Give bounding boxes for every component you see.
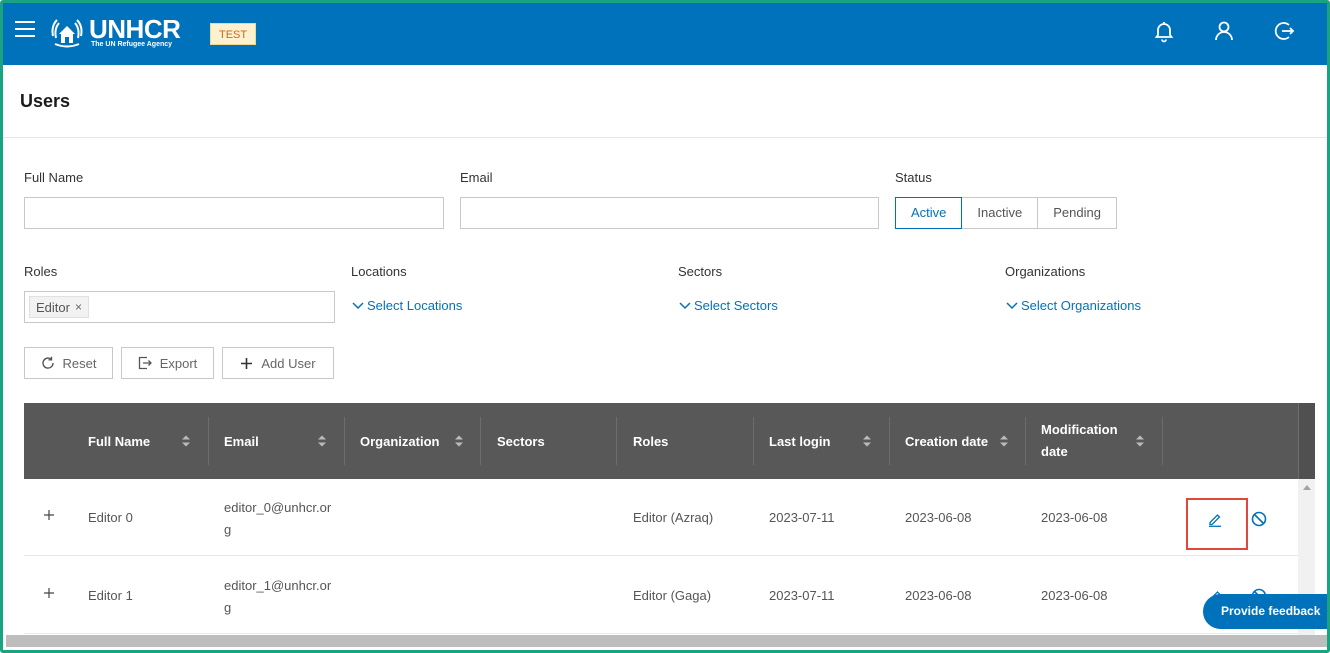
role-tag-label: Editor bbox=[36, 299, 70, 315]
sectors-label: Sectors bbox=[678, 264, 723, 279]
sort-icon[interactable] bbox=[454, 434, 464, 448]
expand-row-icon[interactable] bbox=[43, 587, 55, 599]
cell-full-name: Editor 1 bbox=[88, 588, 133, 603]
organizations-label: Organizations bbox=[1005, 264, 1086, 279]
logo-wordmark: UNHCR bbox=[89, 14, 181, 44]
cell-email: editor_0@unhcr.org bbox=[224, 500, 332, 537]
role-tag-editor: Editor × bbox=[29, 296, 89, 318]
status-pending-button[interactable]: Pending bbox=[1037, 197, 1117, 229]
chevron-down-icon bbox=[352, 301, 364, 309]
horizontal-scrollbar[interactable] bbox=[6, 635, 1327, 647]
users-table-header: Full Name Email Organization Sectors Rol… bbox=[24, 403, 1315, 479]
select-sectors-dropdown[interactable]: Select Sectors bbox=[679, 298, 778, 313]
column-header-organization[interactable]: Organization bbox=[360, 403, 439, 479]
unhcr-logo[interactable]: UNHCR The UN Refugee Agency bbox=[49, 14, 181, 50]
unhcr-emblem-icon bbox=[51, 19, 83, 48]
cell-modification-date: 2023-06-08 bbox=[1041, 510, 1108, 525]
cell-roles: Editor (Azraq) bbox=[633, 510, 714, 525]
sort-icon[interactable] bbox=[181, 434, 191, 448]
top-navigation-bar: UNHCR The UN Refugee Agency TEST bbox=[3, 3, 1327, 65]
cell-creation-date: 2023-06-08 bbox=[905, 510, 972, 525]
column-header-email[interactable]: Email bbox=[224, 403, 259, 479]
column-header-modification-date[interactable]: Modification date bbox=[1041, 403, 1131, 479]
remove-tag-icon[interactable]: × bbox=[75, 300, 82, 314]
sort-icon[interactable] bbox=[862, 434, 872, 448]
roles-label: Roles bbox=[24, 264, 58, 279]
status-inactive-button[interactable]: Inactive bbox=[961, 197, 1039, 229]
cell-full-name: Editor 0 bbox=[88, 510, 133, 525]
chevron-down-icon bbox=[1006, 301, 1018, 309]
reset-label: Reset bbox=[62, 355, 97, 371]
provide-feedback-button[interactable]: Provide feedback bbox=[1203, 594, 1327, 629]
logo-subtitle: The UN Refugee Agency bbox=[91, 41, 173, 48]
email-label: Email bbox=[460, 170, 493, 185]
export-icon bbox=[138, 356, 152, 370]
app-frame: UNHCR The UN Refugee Agency TEST Users F… bbox=[0, 0, 1330, 653]
sort-icon[interactable] bbox=[1135, 434, 1145, 448]
cell-email: editor_1@unhcr.org bbox=[224, 578, 332, 615]
full-name-input[interactable] bbox=[24, 197, 444, 229]
plus-icon bbox=[241, 357, 253, 369]
bell-icon[interactable] bbox=[1152, 19, 1176, 43]
add-user-button[interactable]: Add User bbox=[222, 347, 334, 379]
page-header: Users bbox=[3, 65, 1327, 138]
scroll-up-arrow-icon[interactable] bbox=[1303, 485, 1311, 490]
add-user-label: Add User bbox=[261, 355, 316, 371]
user-icon[interactable] bbox=[1212, 19, 1236, 43]
export-label: Export bbox=[159, 355, 198, 371]
select-organizations-dropdown[interactable]: Select Organizations bbox=[1006, 298, 1141, 313]
environment-badge: TEST bbox=[210, 23, 257, 45]
locations-label: Locations bbox=[351, 264, 407, 279]
cell-last-login: 2023-07-11 bbox=[769, 510, 835, 525]
deactivate-icon[interactable] bbox=[1250, 510, 1268, 528]
column-header-last-login[interactable]: Last login bbox=[769, 403, 830, 479]
email-input[interactable] bbox=[460, 197, 879, 229]
highlight-box bbox=[1186, 498, 1248, 550]
table-row[interactable]: Editor 1 editor_1@unhcr.org Editor (Gaga… bbox=[24, 557, 1298, 634]
table-header-scroll-gutter bbox=[1298, 403, 1315, 479]
cell-last-login: 2023-07-11 bbox=[769, 588, 835, 603]
chevron-down-icon bbox=[679, 301, 691, 309]
roles-multiselect[interactable]: Editor × bbox=[24, 291, 335, 323]
refresh-icon bbox=[41, 356, 54, 369]
expand-row-icon[interactable] bbox=[43, 509, 55, 521]
status-label: Status bbox=[895, 170, 932, 185]
cell-modification-date: 2023-06-08 bbox=[1041, 588, 1108, 603]
select-locations-dropdown[interactable]: Select Locations bbox=[352, 298, 462, 313]
sort-icon[interactable] bbox=[317, 434, 327, 448]
select-locations-text: Select Locations bbox=[367, 298, 463, 313]
column-header-full-name[interactable]: Full Name bbox=[88, 403, 150, 479]
status-active-button[interactable]: Active bbox=[895, 197, 963, 229]
cell-roles: Editor (Gaga) bbox=[633, 588, 712, 603]
select-organizations-text: Select Organizations bbox=[1021, 298, 1141, 313]
cell-creation-date: 2023-06-08 bbox=[905, 588, 972, 603]
column-header-roles: Roles bbox=[633, 433, 669, 449]
sort-icon[interactable] bbox=[999, 434, 1009, 448]
status-segmented-control: Active Inactive Pending bbox=[895, 197, 1117, 229]
select-sectors-text: Select Sectors bbox=[694, 298, 778, 313]
logout-icon[interactable] bbox=[1272, 19, 1296, 43]
full-name-label: Full Name bbox=[24, 170, 84, 185]
table-row[interactable]: Editor 0 editor_0@unhcr.org Editor (Azra… bbox=[24, 479, 1298, 556]
page-title: Users bbox=[20, 91, 71, 111]
column-header-creation-date[interactable]: Creation date bbox=[905, 403, 988, 479]
menu-icon[interactable] bbox=[15, 21, 35, 39]
reset-button[interactable]: Reset bbox=[24, 347, 113, 379]
export-button[interactable]: Export bbox=[121, 347, 214, 379]
column-header-sectors: Sectors bbox=[497, 433, 545, 449]
